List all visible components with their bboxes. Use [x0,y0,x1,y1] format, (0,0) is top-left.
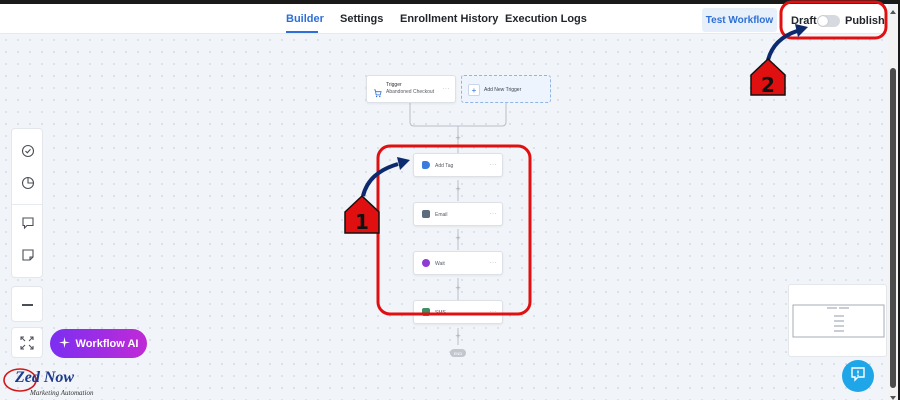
more-options-icon[interactable]: ··· [490,309,498,315]
expand-icon [20,336,34,355]
add-trigger-label: Add New Trigger [484,87,522,93]
action-label: Add Tag [435,163,454,169]
end-marker: END [450,349,466,357]
trigger-node[interactable]: Trigger Abandoned Checkout ··· [366,75,456,103]
action-node-wait[interactable]: Wait ··· [413,251,503,275]
trigger-title: Trigger [386,82,402,88]
more-options-icon[interactable]: ··· [490,260,498,266]
tag-icon [422,161,430,169]
chat-icon [422,308,430,316]
pie-chart-icon[interactable] [20,175,36,191]
action-node-add-tag[interactable]: Add Tag ··· [413,153,503,177]
top-nav-bar: Builder Settings Enrollment History Exec… [0,4,888,34]
more-options-icon[interactable]: ··· [443,86,451,92]
clock-icon [422,259,430,267]
workflow-ai-button[interactable]: Workflow AI [50,329,147,358]
svg-text:+: + [455,234,461,242]
svg-text:+: + [455,134,461,142]
cart-icon [373,85,382,103]
app-window: Builder Settings Enrollment History Exec… [0,4,898,400]
svg-text:+: + [455,185,461,193]
tab-settings[interactable]: Settings [340,13,383,25]
trigger-subtitle: Abandoned Checkout [386,89,435,95]
zednow-logo: Zed Now Marketing Automation [2,366,102,400]
chat-bubble-icon [850,366,866,387]
scroll-down-arrow[interactable] [890,396,896,400]
action-label: Wait [435,261,445,267]
logo-brand: Zed Now [15,369,75,386]
action-node-sms[interactable]: SMS ··· [413,300,503,324]
comment-icon[interactable] [20,215,36,231]
plus-icon: + [468,84,480,96]
minimap[interactable] [788,284,887,357]
canvas-toolbar [11,128,43,278]
badge-2-number: 2 [761,73,775,97]
tab-execution-logs[interactable]: Execution Logs [505,13,587,25]
support-chat-button[interactable] [842,360,874,392]
toolbar-divider [12,204,42,205]
draft-label: Draft [791,15,817,27]
scrollbar-thumb[interactable] [890,68,896,388]
action-label: SMS [435,310,446,316]
svg-text:+: + [455,332,461,340]
svg-text:+: + [455,284,461,292]
add-new-trigger-button[interactable]: + Add New Trigger [461,75,551,103]
test-workflow-button[interactable]: Test Workflow [702,8,777,32]
sparkle-icon [58,336,70,351]
tab-builder[interactable]: Builder [286,13,324,25]
fit-view-button[interactable] [11,327,43,358]
publish-label: Publish [845,15,885,27]
vertical-scrollbar[interactable] [888,8,898,400]
sticky-note-icon[interactable] [20,247,36,263]
action-label: Email [435,212,448,218]
publish-toggle[interactable] [817,15,840,27]
check-circle-icon[interactable] [20,143,36,159]
workflow-ai-label: Workflow AI [75,337,139,350]
minus-icon [22,304,33,306]
tab-enrollment-history[interactable]: Enrollment History [400,13,498,25]
envelope-icon [422,210,430,218]
toggle-knob [818,16,828,26]
action-node-email[interactable]: Email ··· [413,202,503,226]
more-options-icon[interactable]: ··· [490,162,498,168]
minimap-preview [792,304,885,338]
zoom-out-button[interactable] [11,286,43,322]
badge-1-number: 1 [355,210,369,234]
logo-tagline: Marketing Automation [30,389,94,397]
more-options-icon[interactable]: ··· [490,211,498,217]
scroll-up-arrow[interactable] [890,10,896,14]
active-tab-underline [286,31,318,33]
